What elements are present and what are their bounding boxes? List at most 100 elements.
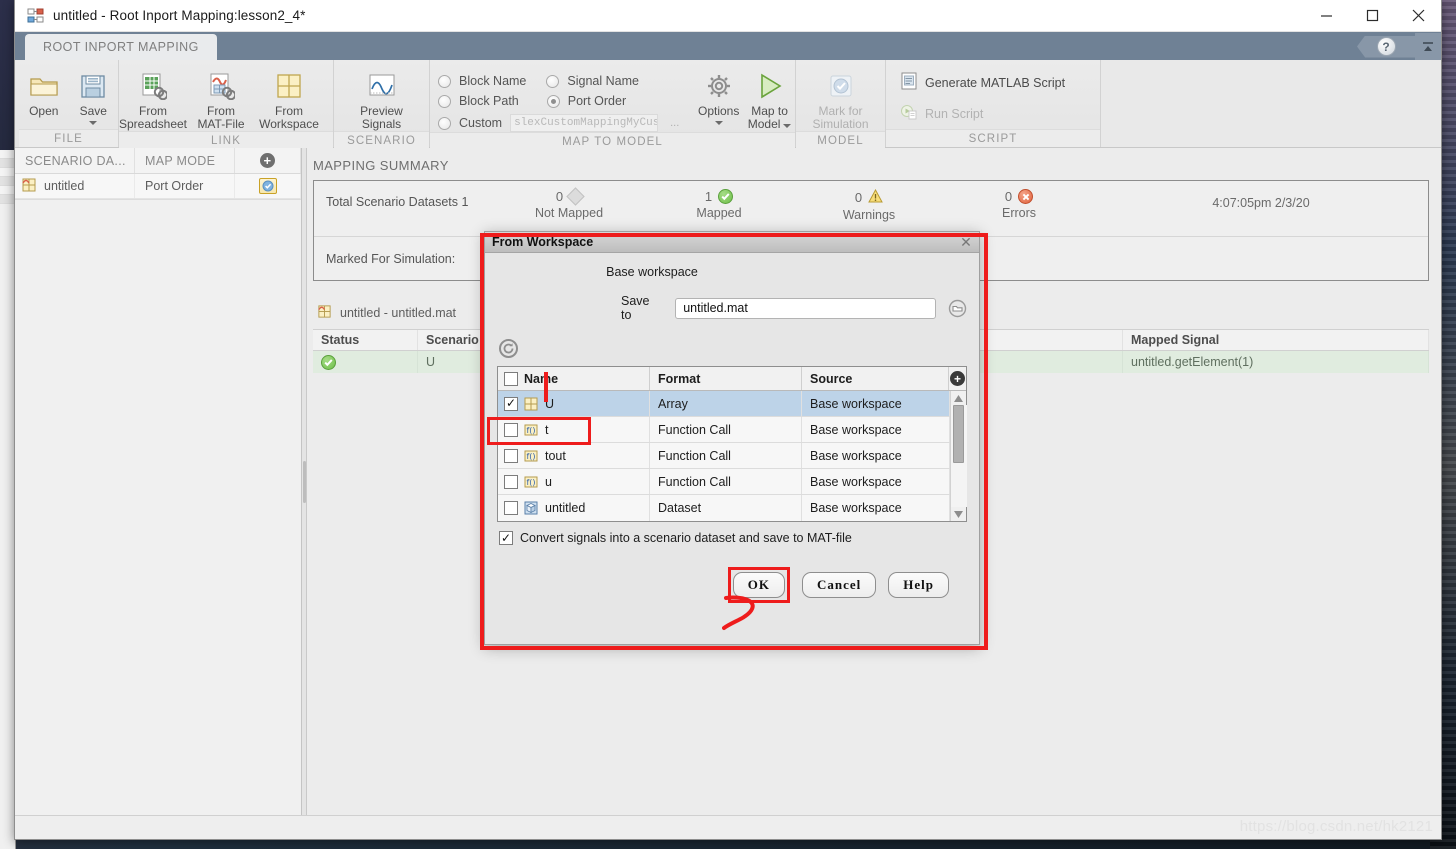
run-script-button[interactable]: Run Script (896, 101, 987, 126)
dataset-cube-icon (524, 501, 538, 515)
row-format: Dataset (650, 495, 802, 521)
plus-circle-icon: + (950, 371, 965, 386)
check-mark-chip-icon[interactable] (259, 178, 277, 194)
from-mat-file-button[interactable]: From MAT-File (187, 66, 255, 131)
workspace-grid-icon (273, 70, 305, 102)
refresh-row (497, 322, 967, 366)
map-to-model-line1: Map to (751, 104, 788, 118)
from-workspace-line2: Workspace (259, 117, 319, 131)
scenario-row[interactable]: untitled Port Order (15, 174, 301, 199)
ribbon-group-script: Generate MATLAB Script Run Script (886, 60, 1101, 147)
panel-splitter[interactable] (302, 148, 307, 815)
row-checkbox[interactable] (498, 443, 524, 468)
row-checkbox[interactable] (498, 495, 524, 521)
options-button[interactable]: Options (693, 66, 744, 125)
ribbon-group-label-file: FILE (19, 129, 118, 147)
close-icon[interactable]: ✕ (953, 232, 979, 253)
from-workspace-dialog: From Workspace ✕ Base workspace Save to … (484, 231, 980, 645)
row-source: Base workspace (802, 417, 950, 442)
list-item[interactable]: f() t Function Call Base workspace (498, 417, 950, 443)
row-format: Function Call (650, 443, 802, 468)
generate-matlab-script-button[interactable]: Generate MATLAB Script (896, 70, 1069, 95)
folder-open-icon (28, 70, 60, 102)
add-column-button[interactable]: + (949, 367, 966, 390)
column-name[interactable]: Name (524, 367, 650, 390)
radio-port-order[interactable] (547, 95, 560, 108)
list-item[interactable]: f() tout Function Call Base workspace (498, 443, 950, 469)
list-item[interactable]: f() u Function Call Base workspace (498, 469, 950, 495)
convert-signals-checkbox-row[interactable]: ✓ Convert signals into a scenario datase… (497, 522, 967, 545)
column-mapped-signal[interactable]: Mapped Signal (1123, 330, 1429, 350)
row-checkbox[interactable] (498, 469, 524, 494)
column-scenario-data: SCENARIO DA... (15, 148, 135, 173)
check-circle-icon (825, 70, 857, 102)
arrow-annotation (544, 372, 548, 402)
status-bar: https://blog.csdn.net/hk2121 (15, 815, 1441, 839)
ribbon-group-label-link: LINK (119, 131, 333, 149)
mapping-summary-title: MAPPING SUMMARY (307, 148, 1441, 180)
generate-matlab-script-label: Generate MATLAB Script (925, 76, 1065, 90)
scroll-down-icon[interactable] (951, 507, 967, 521)
from-spreadsheet-button[interactable]: From Spreadsheet (119, 66, 187, 131)
convert-signals-checkbox[interactable]: ✓ (499, 531, 513, 545)
tab-root-inport-mapping[interactable]: ROOT INPORT MAPPING (25, 34, 217, 60)
from-spreadsheet-line2: Spreadsheet (119, 117, 187, 131)
svg-text:f(): f() (526, 478, 535, 487)
scenario-file-icon (21, 177, 37, 196)
column-status[interactable]: Status (313, 330, 418, 350)
save-to-input[interactable]: untitled.mat (675, 298, 936, 319)
question-mark-icon: ? (1377, 37, 1396, 56)
row-checkbox[interactable] (498, 417, 524, 442)
table-scrollbar[interactable] (950, 391, 966, 521)
open-button[interactable]: Open (19, 66, 69, 118)
collapse-ribbon-icon[interactable] (1415, 33, 1441, 60)
radio-custom[interactable] (438, 117, 451, 130)
add-scenario-button[interactable]: + (235, 148, 301, 173)
close-icon[interactable] (1395, 0, 1441, 32)
list-item[interactable]: ✓ U Array Base workspace (498, 391, 950, 417)
ok-button[interactable]: OK (733, 572, 785, 598)
chevron-down-icon[interactable] (89, 121, 97, 125)
column-format[interactable]: Format (650, 367, 802, 390)
save-button[interactable]: Save (69, 66, 119, 125)
custom-mapping-input[interactable]: slexCustomMappingMyCustomFcn (510, 114, 658, 132)
from-workspace-button[interactable]: From Workspace (255, 66, 323, 131)
chevron-down-icon[interactable] (715, 121, 723, 125)
stat-errors-count: 0 (1005, 189, 1012, 204)
scenario-map-mode: Port Order (135, 174, 235, 198)
maximize-icon[interactable] (1349, 0, 1395, 32)
chevron-down-icon[interactable] (783, 124, 791, 128)
stat-mapped-count: 1 (705, 189, 712, 204)
radio-block-name[interactable] (438, 75, 451, 88)
map-to-model-button[interactable]: Map to Model (744, 66, 795, 131)
green-play-icon (754, 70, 786, 102)
folder-browse-icon[interactable] (948, 299, 967, 318)
cancel-button[interactable]: Cancel (802, 572, 876, 598)
radio-signal-name[interactable] (546, 75, 559, 88)
row-checkbox[interactable]: ✓ (498, 391, 524, 416)
custom-browse-button[interactable]: ... (670, 117, 679, 129)
help-button[interactable]: Help (888, 572, 949, 598)
gear-icon (703, 70, 735, 102)
tab-label: ROOT INPORT MAPPING (43, 40, 199, 54)
list-item[interactable]: untitled Dataset Base workspace (498, 495, 950, 521)
mark-for-simulation-button[interactable]: Mark for Simulation (807, 66, 875, 131)
matfile-link-icon (205, 70, 237, 102)
mark-for-simulation-line1: Mark for (818, 104, 862, 118)
simulink-inport-icon (27, 7, 44, 24)
help-button[interactable]: ? (1357, 36, 1415, 58)
row-source: Base workspace (802, 391, 950, 416)
column-source[interactable]: Source (802, 367, 949, 390)
radio-block-path[interactable] (438, 95, 451, 108)
plus-circle-icon: + (260, 153, 275, 168)
ribbon-group-model: Mark for Simulation MODEL (796, 60, 886, 147)
map-mode-radio-group: Block Name Signal Name Block Path Port O… (430, 66, 679, 132)
stat-not-mapped: 0 Not Mapped (494, 189, 644, 220)
refresh-icon[interactable] (499, 339, 518, 358)
select-all-checkbox[interactable] (498, 367, 524, 390)
from-mat-file-line2: MAT-File (197, 117, 244, 131)
scroll-up-icon[interactable] (951, 391, 967, 405)
minimize-icon[interactable] (1303, 0, 1349, 32)
ribbon-group-link: From Spreadsheet (119, 60, 334, 147)
preview-signals-button[interactable]: Preview Signals (348, 66, 416, 131)
